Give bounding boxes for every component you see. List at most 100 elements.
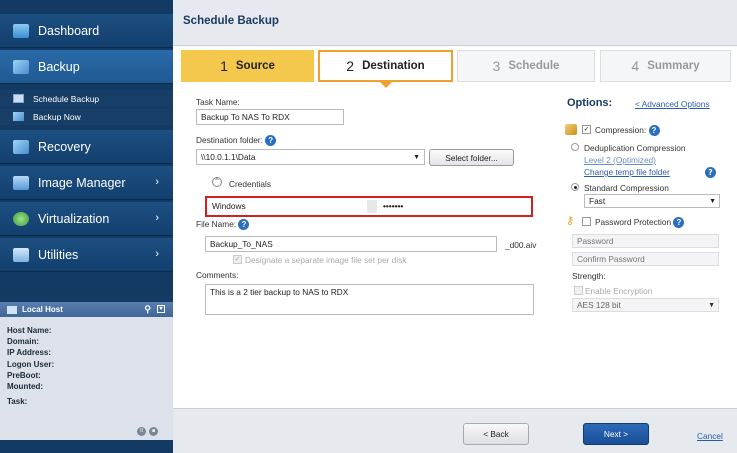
image-manager-icon <box>13 175 29 190</box>
step-source-label: Source <box>235 60 275 72</box>
comments-label: Comments: <box>196 270 239 280</box>
compression-label: Compression: ? <box>595 125 660 137</box>
globe-icon <box>13 211 29 226</box>
local-host-header: Local Host ⚲ ▾ <box>0 302 173 317</box>
enable-encryption-checkbox[interactable] <box>574 286 583 295</box>
ip-address-label: IP Address: <box>7 348 52 358</box>
active-step-pointer <box>380 82 392 88</box>
step-summary-label: Summary <box>647 60 700 72</box>
step-destination-number: 2 <box>346 58 355 74</box>
next-button[interactable]: Next > <box>583 423 649 445</box>
destination-folder-value: \\10.0.1.1\Data <box>201 152 256 162</box>
step-source[interactable]: 1 Source <box>181 50 314 82</box>
destination-folder-select[interactable]: \\10.0.1.1\Data ▼ <box>196 149 425 165</box>
compression-speed-select[interactable]: Fast ▼ <box>584 194 720 208</box>
step-source-number: 1 <box>220 58 228 74</box>
chevron-right-icon: › <box>155 248 159 260</box>
stop-icon[interactable]: ■ <box>149 427 158 436</box>
separate-set-label: Designate a separate image file set per … <box>245 255 407 265</box>
pin-icon[interactable]: ⚲ <box>144 304 151 315</box>
sidebar: Dashboard Backup Schedule Backup Backup … <box>0 0 173 453</box>
credentials-label: Credentials <box>229 179 271 189</box>
collapse-icon[interactable]: ▾ <box>157 305 165 313</box>
standard-compression-label: Standard Compression <box>584 183 669 193</box>
nav-virtualization-label: Virtualization <box>38 211 110 226</box>
standard-compression-radio[interactable] <box>571 183 579 191</box>
utilities-icon <box>13 247 29 262</box>
file-name-field[interactable]: Backup_To_NAS <box>205 236 497 252</box>
mounted-label: Mounted: <box>7 382 43 392</box>
help-icon[interactable]: ? <box>265 135 277 147</box>
compression-speed-value: Fast <box>589 196 606 206</box>
help-icon[interactable]: ? <box>648 125 660 137</box>
nav-recovery-label: Recovery <box>38 139 91 154</box>
collapse-credentials-icon[interactable]: ^ <box>212 177 222 187</box>
nav-backup[interactable]: Backup <box>0 50 173 84</box>
logon-user-label: Logon User: <box>7 359 55 369</box>
password-protection-checkbox[interactable] <box>582 217 591 226</box>
nav-image-manager[interactable]: Image Manager › <box>0 166 173 200</box>
file-suffix: _d00.aiv <box>505 240 537 250</box>
options-title: Options: <box>567 97 613 109</box>
comments-textarea[interactable]: This is a 2 tier backup to NAS to RDX <box>205 284 534 315</box>
task-label: Task: <box>7 397 28 407</box>
compression-checkbox[interactable]: ✓ <box>582 125 591 134</box>
task-name-label: Task Name: <box>196 97 240 107</box>
separate-set-checkbox[interactable]: ✓ <box>233 255 242 264</box>
step-schedule-label: Schedule <box>508 60 560 72</box>
destination-folder-label: Destination folder: ? <box>196 135 277 147</box>
dedup-label: Deduplication Compression <box>584 143 686 153</box>
nav-backup-now-label: Backup Now <box>33 111 81 122</box>
credentials-password-field[interactable]: ••••••• <box>379 199 529 214</box>
title-bar: Schedule Backup <box>173 0 737 46</box>
password-protection-label-text: Password Protection <box>595 217 672 227</box>
task-name-field[interactable]: Backup To NAS To RDX <box>196 109 344 125</box>
dropdown-arrow-icon: ▼ <box>413 154 420 161</box>
password-protection-label: Password Protection ? <box>595 217 685 229</box>
step-schedule[interactable]: 3 Schedule <box>457 50 595 82</box>
domain-label: Domain: <box>7 337 39 347</box>
step-summary[interactable]: 4 Summary <box>600 50 731 82</box>
nav-dashboard-label: Dashboard <box>38 23 100 38</box>
nav-utilities-label: Utilities <box>38 247 79 262</box>
confirm-password-input[interactable] <box>572 252 719 266</box>
calendar-icon <box>13 94 24 103</box>
help-icon[interactable]: ? <box>673 217 685 229</box>
pause-icon[interactable]: II <box>137 427 146 436</box>
key-icon: ⚷ <box>566 214 575 227</box>
encryption-select[interactable]: AES 128 bit ▼ <box>572 298 719 312</box>
nav-recovery[interactable]: Recovery <box>0 130 173 164</box>
sidebar-bottom-strip <box>0 440 173 453</box>
nav-backup-now[interactable]: Backup Now <box>0 108 173 125</box>
cancel-link[interactable]: Cancel <box>697 431 723 441</box>
credentials-username-field[interactable]: Windows <box>208 199 365 214</box>
dedup-level-link[interactable]: Level 2 (Optimized) <box>584 155 656 165</box>
dropdown-arrow-icon: ▼ <box>709 198 716 205</box>
chevron-right-icon: › <box>155 176 159 188</box>
dedup-radio[interactable] <box>571 143 579 151</box>
step-summary-number: 4 <box>631 58 640 74</box>
preboot-label: PreBoot: <box>7 370 41 380</box>
strength-label: Strength: <box>572 271 606 281</box>
nav-schedule-backup-label: Schedule Backup <box>33 93 100 104</box>
help-icon[interactable]: ? <box>705 167 716 178</box>
host-name-label: Host Name: <box>7 326 52 335</box>
change-temp-folder-link[interactable]: Change temp file folder <box>584 167 670 177</box>
file-name-label: File Name: ? <box>196 219 250 231</box>
page-title: Schedule Backup <box>183 15 279 27</box>
advanced-options-link[interactable]: < Advanced Options <box>635 99 710 109</box>
back-button[interactable]: < Back <box>463 423 529 445</box>
nav-virtualization[interactable]: Virtualization › <box>0 202 173 236</box>
computer-icon <box>7 305 17 314</box>
recovery-icon <box>13 139 29 154</box>
password-input[interactable] <box>572 234 719 248</box>
help-icon[interactable]: ? <box>238 219 250 231</box>
step-destination[interactable]: 2 Destination <box>318 50 453 82</box>
enable-encryption-label: Enable Encryption <box>585 286 653 296</box>
nav-utilities[interactable]: Utilities › <box>0 238 173 272</box>
nav-dashboard[interactable]: Dashboard <box>0 14 173 48</box>
select-folder-button[interactable]: Select folder... <box>429 149 514 166</box>
step-destination-label: Destination <box>362 60 425 72</box>
nav-schedule-backup[interactable]: Schedule Backup <box>0 90 173 107</box>
backup-now-icon <box>13 112 24 121</box>
